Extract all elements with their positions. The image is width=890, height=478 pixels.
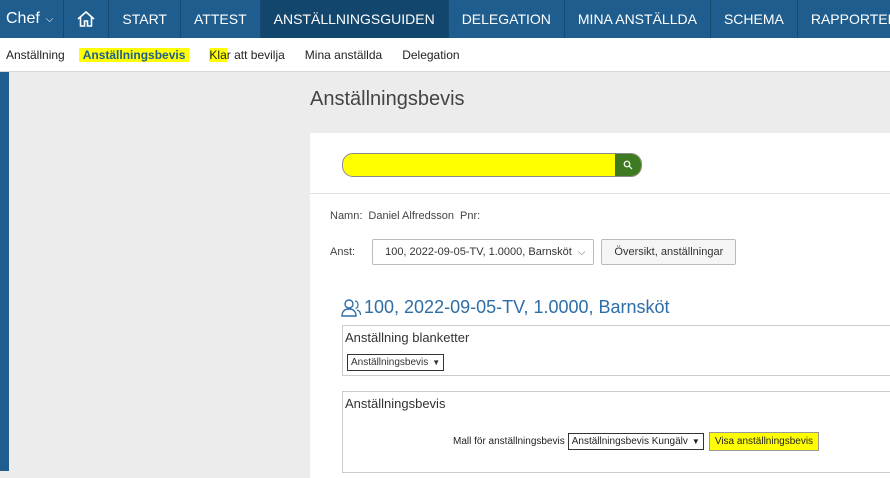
forms-select[interactable]: Anställningsbevis ▼ (347, 354, 445, 371)
anst-label: Anst: (330, 246, 356, 258)
forms-box-title: Anställning blanketter (345, 330, 470, 345)
search-button[interactable] (615, 154, 641, 176)
search-field (342, 153, 642, 177)
nav-rapporter[interactable]: RAPPORTER (798, 0, 890, 38)
subnav-anstallningsbevis[interactable]: Anställningsbevis (78, 47, 190, 62)
chevron-down-icon: ▼ (432, 358, 441, 367)
show-certificate-button[interactable]: Visa anställningsbevis (708, 432, 820, 451)
chevron-down-icon: ⌵ (45, 13, 54, 25)
top-navigation: Chef ⌵ START ATTEST ANSTÄLLNINGSGUIDEN D… (0, 0, 890, 38)
divider (310, 193, 890, 194)
person-info: Namn: Daniel Alfredsson Pnr: (330, 210, 486, 222)
role-label: Chef (6, 10, 40, 27)
nav-schema[interactable]: SCHEMA (711, 0, 798, 38)
chevron-down-icon: ▼ (691, 437, 700, 446)
anst-row: Anst: 100, 2022-09-05-TV, 1.0000, Barnsk… (330, 239, 737, 265)
template-row: Mall för anställningsbevis Anställningsb… (453, 432, 820, 451)
sub-navigation: Anställning Anställningsbevis Klar att b… (0, 38, 890, 72)
bevis-box: Anställningsbevis Mall för anställningsb… (342, 391, 890, 473)
forms-select-value: Anställningsbevis (351, 357, 429, 368)
employment-title-text: 100, 2022-09-05-TV, 1.0000, Barnsköt (364, 297, 670, 317)
subnav-delegation[interactable]: Delegation (402, 48, 459, 62)
role-selector[interactable]: Chef ⌵ (0, 0, 65, 38)
nav-delegation[interactable]: DELEGATION (449, 0, 565, 38)
subnav-anstallning[interactable]: Anställning (6, 48, 65, 62)
employment-title: 100, 2022-09-05-TV, 1.0000, Barnsköt (340, 297, 670, 318)
search-icon (623, 160, 633, 170)
home-icon (77, 10, 95, 27)
forms-box: Anställning blanketter Anställningsbevis… (342, 325, 890, 376)
home-button[interactable] (64, 0, 110, 38)
person-name: Daniel Alfredsson (368, 210, 455, 222)
template-label: Mall för anställningsbevis (453, 436, 565, 447)
nav-anstallningsguiden[interactable]: ANSTÄLLNINGSGUIDEN (260, 0, 449, 38)
nav-mina-anstallda[interactable]: MINA ANSTÄLLDA (565, 0, 711, 38)
anst-dropdown[interactable]: 100, 2022-09-05-TV, 1.0000, Barnsköt ⌵ (372, 239, 595, 265)
anst-selected: 100, 2022-09-05-TV, 1.0000, Barnsköt (385, 246, 572, 258)
template-select[interactable]: Anställningsbevis Kungälv ▼ (567, 433, 704, 450)
page-title: Anställningsbevis (310, 88, 465, 110)
bevis-box-title: Anställningsbevis (345, 396, 446, 411)
subnav-klar-att-bevilja[interactable]: Klar att bevilja (209, 47, 285, 62)
search-input[interactable] (353, 154, 607, 176)
pnr-label: Pnr: (460, 210, 481, 222)
nav-start[interactable]: START (109, 0, 181, 38)
left-sidebar (0, 72, 9, 471)
overview-button[interactable]: Översikt, anställningar (601, 239, 737, 265)
chevron-down-icon: ⌵ (577, 246, 586, 258)
nav-attest[interactable]: ATTEST (181, 0, 261, 38)
person-icon (341, 298, 362, 317)
main-card: Namn: Daniel Alfredsson Pnr: Anst: 100, 20… (310, 133, 890, 478)
template-select-value: Anställningsbevis Kungälv (571, 436, 688, 447)
subnav-mina-anstallda[interactable]: Mina anställda (305, 48, 382, 62)
name-label: Namn: (330, 210, 363, 222)
